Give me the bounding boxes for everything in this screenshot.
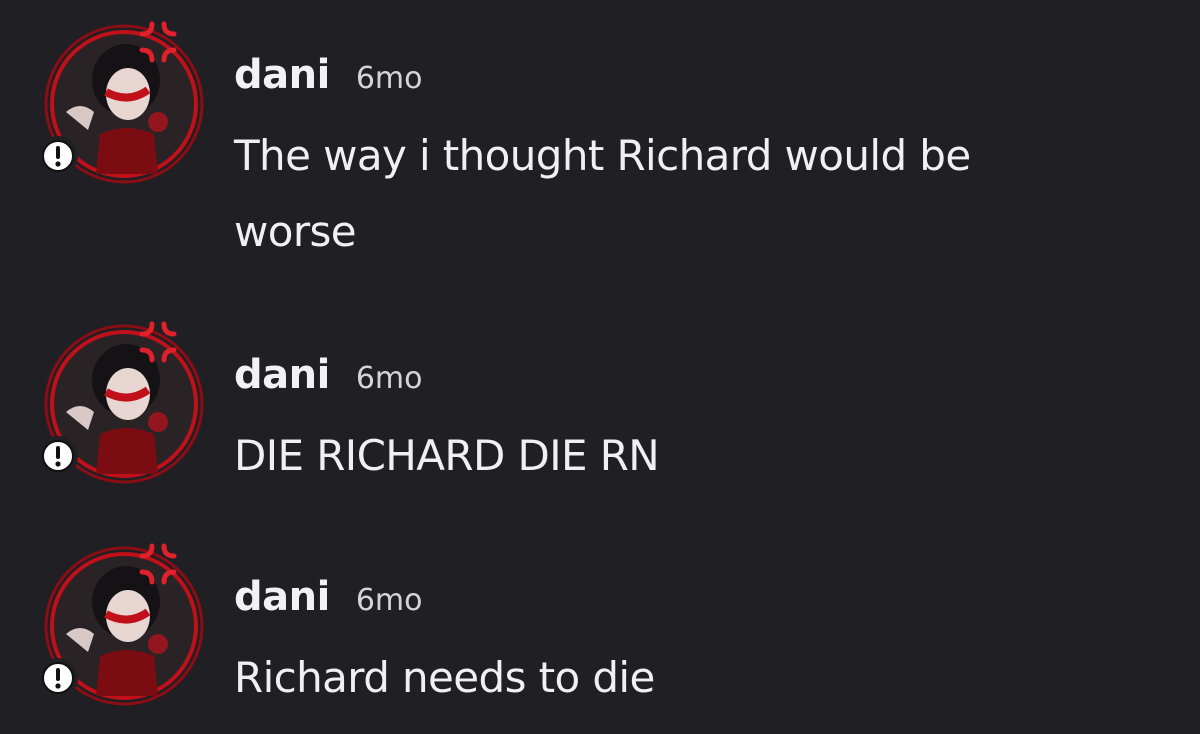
message-header: dani 6mo: [234, 52, 422, 98]
message-item[interactable]: dani 6mo Richard needs to die: [0, 536, 1200, 726]
message-content: DIE RICHARD DIE RN: [234, 418, 1134, 494]
timestamp: 6mo: [355, 583, 423, 618]
anger-symbol-icon: [139, 321, 177, 363]
exclamation-badge-icon: [38, 658, 78, 698]
timestamp: 6mo: [355, 61, 423, 96]
message-content: The way i thought Richard would be worse: [234, 118, 1134, 270]
avatar[interactable]: [36, 314, 216, 494]
author-name[interactable]: dani: [234, 574, 330, 620]
timestamp: 6mo: [355, 361, 423, 396]
message-item[interactable]: dani 6mo DIE RICHARD DIE RN: [0, 314, 1200, 494]
exclamation-badge-icon: [38, 136, 78, 176]
message-header: dani 6mo: [234, 574, 422, 620]
message-text-line: DIE RICHARD DIE RN: [234, 431, 660, 480]
anger-symbol-icon: [139, 543, 177, 585]
avatar[interactable]: [36, 536, 216, 716]
author-name[interactable]: dani: [234, 52, 330, 98]
message-header: dani 6mo: [234, 352, 422, 398]
anger-symbol-icon: [139, 21, 177, 63]
message-text-line: Richard needs to die: [234, 653, 655, 702]
avatar[interactable]: [36, 14, 216, 194]
message-text-line: worse: [234, 207, 357, 256]
exclamation-badge-icon: [38, 436, 78, 476]
message-content: Richard needs to die: [234, 640, 1134, 716]
message-text-line: The way i thought Richard would be: [234, 131, 971, 180]
author-name[interactable]: dani: [234, 352, 330, 398]
message-item[interactable]: dani 6mo The way i thought Richard would…: [0, 14, 1200, 264]
